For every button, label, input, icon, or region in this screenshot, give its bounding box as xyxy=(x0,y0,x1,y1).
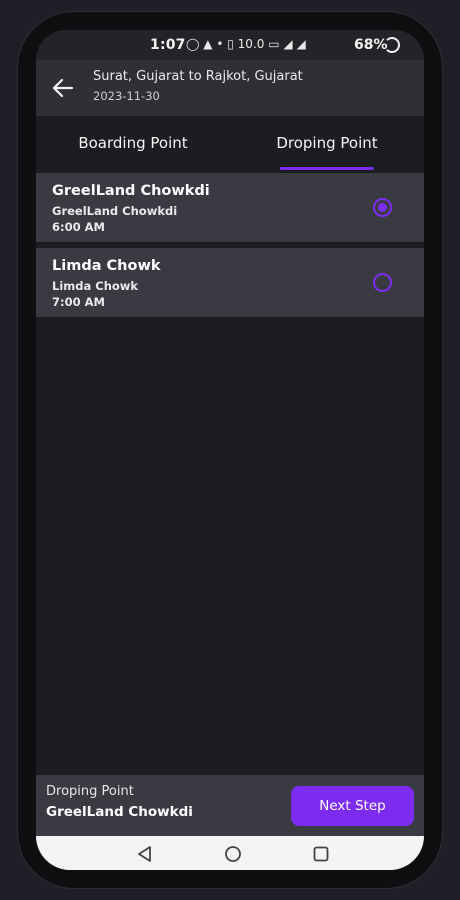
list-item-point-1[interactable]: GreelLand Chowkdi GreelLand Chowkdi 6:00… xyxy=(36,173,424,242)
point-time: 6:00 AM xyxy=(52,220,105,234)
status-icons: ◯ ▲ • ▯ 10.0 ▭ ◢ ◢ xyxy=(186,37,306,51)
whatsapp-icon: ◯ xyxy=(186,37,200,51)
point-name: GreelLand Chowkdi xyxy=(52,183,210,199)
battery-percent: 68% xyxy=(354,37,388,53)
vibrate-icon: ▯ xyxy=(227,37,234,51)
point-address: GreelLand Chowkdi xyxy=(52,204,178,218)
volte-icon: ▭ xyxy=(268,37,280,51)
footer-label: Droping Point xyxy=(46,784,134,799)
signal-icon: ◢ xyxy=(296,37,306,51)
signal-5g-icon: ◢ xyxy=(283,37,293,51)
nav-recents-icon[interactable] xyxy=(312,845,330,863)
radio-button-selected[interactable] xyxy=(373,198,392,217)
point-time: 7:00 AM xyxy=(52,295,105,309)
system-nav-bar xyxy=(36,836,424,870)
point-tabs: Boarding Point Droping Point xyxy=(36,116,424,170)
data-speed-icon: 10.0 xyxy=(237,37,265,51)
battery-ring-icon xyxy=(384,37,400,53)
next-step-button[interactable]: Next Step xyxy=(291,786,414,826)
active-tab-indicator xyxy=(280,167,374,170)
nav-back-icon[interactable] xyxy=(136,845,154,863)
list-item-point-2[interactable]: Limda Chowk Limda Chowk 7:00 AM xyxy=(36,248,424,317)
selected-point-value: GreelLand Chowkdi xyxy=(46,804,193,820)
selection-footer: Droping Point GreelLand Chowkdi Next Ste… xyxy=(36,775,424,836)
tab-droping-point[interactable]: Droping Point xyxy=(230,134,424,152)
app-screen: 1:07 ◯ ▲ • ▯ 10.0 ▭ ◢ ◢ 68% Surat, Gujar… xyxy=(36,30,424,870)
status-time: 1:07 xyxy=(150,37,186,53)
app-header: Surat, Gujarat to Rajkot, Gujarat 2023-1… xyxy=(36,60,424,116)
journey-date: 2023-11-30 xyxy=(93,89,160,103)
radio-button[interactable] xyxy=(373,273,392,292)
dot-icon: • xyxy=(216,37,224,51)
route-title: Surat, Gujarat to Rajkot, Gujarat xyxy=(93,69,303,84)
point-address: Limda Chowk xyxy=(52,279,139,293)
tab-boarding-point[interactable]: Boarding Point xyxy=(36,134,230,152)
app-icon: ▲ xyxy=(203,37,213,51)
nav-home-icon[interactable] xyxy=(224,845,242,863)
back-arrow-icon[interactable] xyxy=(52,78,74,98)
point-name: Limda Chowk xyxy=(52,258,161,274)
status-bar: 1:07 ◯ ▲ • ▯ 10.0 ▭ ◢ ◢ 68% xyxy=(36,30,424,60)
